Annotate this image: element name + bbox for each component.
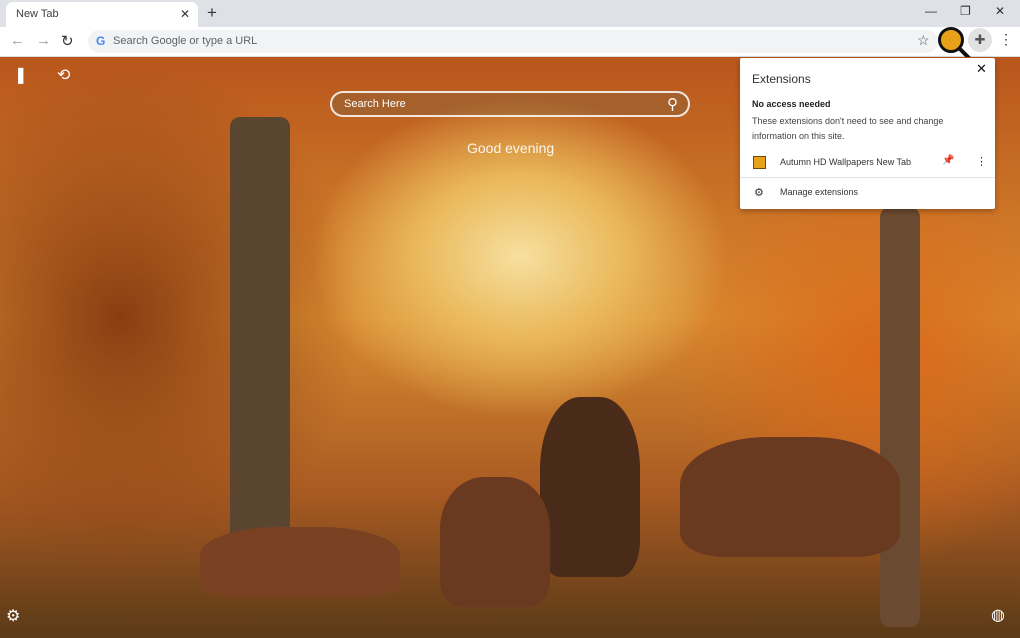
reload-button[interactable]: ↻ bbox=[61, 32, 74, 50]
search-icon[interactable]: ⚲ bbox=[667, 95, 678, 113]
section-description: These extensions don't need to see and c… bbox=[752, 116, 944, 141]
greeting-text: Good evening bbox=[467, 140, 555, 156]
extension-item[interactable]: Autumn HD Wallpapers New Tab 📌 ⋮ bbox=[740, 152, 995, 174]
extension-name: Autumn HD Wallpapers New Tab bbox=[780, 157, 912, 167]
search-placeholder: Search Here bbox=[344, 98, 406, 110]
toolbar: ← → ↻ G Search Google or type a URL ☆ ✚ … bbox=[0, 27, 1020, 61]
extension-logo-icon bbox=[753, 156, 766, 169]
minimize-button[interactable]: — bbox=[925, 4, 937, 18]
manage-extensions-label: Manage extensions bbox=[780, 187, 859, 197]
back-button[interactable]: ← bbox=[10, 32, 25, 49]
close-tab-icon[interactable]: ✕ bbox=[180, 7, 190, 21]
tab-strip: New Tab ✕ + — ❐ ✕ bbox=[0, 0, 1020, 27]
wallpaper-search-input[interactable]: Search Here ⚲ bbox=[330, 91, 690, 117]
history-icon[interactable]: ⟲ bbox=[57, 65, 70, 85]
more-options-icon[interactable]: ⋮ bbox=[976, 155, 987, 168]
forward-button[interactable]: → bbox=[36, 32, 51, 49]
new-tab-button[interactable]: + bbox=[207, 3, 217, 23]
divider bbox=[740, 177, 995, 178]
close-window-button[interactable]: ✕ bbox=[995, 4, 1005, 18]
popup-close-icon[interactable]: ✕ bbox=[976, 61, 987, 77]
pin-icon[interactable]: 📌 bbox=[942, 155, 954, 166]
maximize-button[interactable]: ❐ bbox=[960, 4, 971, 18]
chrome-menu-icon[interactable]: ⋮ bbox=[999, 31, 1013, 48]
bookmark-star-icon[interactable]: ☆ bbox=[917, 32, 930, 49]
tab-new-tab[interactable]: New Tab ✕ bbox=[6, 2, 198, 27]
extensions-popup: Extensions ✕ No access needed These exte… bbox=[740, 58, 995, 209]
extensions-puzzle-icon[interactable]: ✚ bbox=[968, 28, 992, 52]
gear-icon: ⚙ bbox=[754, 187, 764, 199]
settings-gear-icon[interactable]: ⚙ bbox=[6, 606, 20, 626]
bookmark-icon[interactable]: ❚ bbox=[14, 65, 27, 85]
section-heading: No access needed bbox=[752, 99, 831, 109]
omnibox[interactable]: G Search Google or type a URL bbox=[88, 30, 938, 53]
popup-title: Extensions bbox=[752, 72, 811, 86]
google-icon: G bbox=[96, 34, 106, 48]
omnibox-placeholder: Search Google or type a URL bbox=[113, 35, 258, 47]
apps-globe-icon[interactable]: ◍ bbox=[991, 605, 1005, 625]
tab-title: New Tab bbox=[16, 8, 59, 20]
manage-extensions-button[interactable]: ⚙ Manage extensions bbox=[740, 184, 995, 204]
